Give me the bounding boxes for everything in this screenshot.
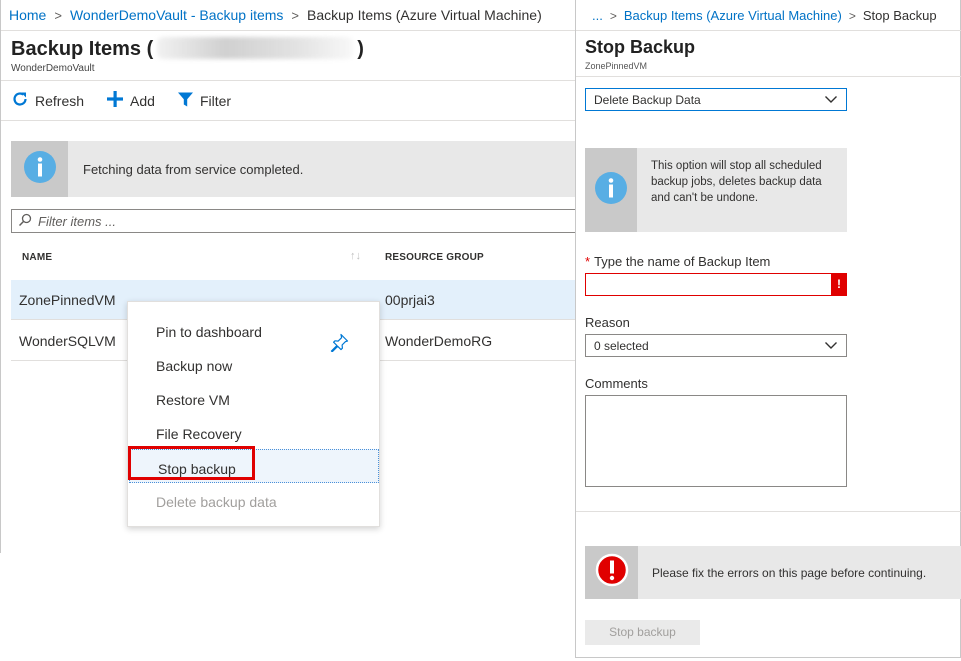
error-message: Please fix the errors on this page befor… — [652, 565, 927, 580]
add-label: Add — [130, 92, 155, 109]
divider — [576, 30, 961, 31]
breadcrumb-backup-items[interactable]: Backup Items (Azure Virtual Machine) — [624, 8, 842, 23]
cell-resource-group: WonderDemoRG — [385, 333, 493, 349]
page-subtitle: ZonePinnedVM — [585, 61, 648, 71]
divider — [576, 511, 961, 512]
cell-name: ZonePinnedVM — [19, 292, 116, 308]
stop-backup-button[interactable]: Stop backup — [585, 620, 700, 645]
breadcrumb: Home > WonderDemoVault - Backup items > Back… — [9, 7, 542, 23]
menu-item-delete-backup-data: Delete backup data — [156, 494, 277, 510]
refresh-button[interactable]: Refresh — [11, 90, 84, 111]
chevron-down-icon — [824, 92, 838, 109]
stop-mode-value: Delete Backup Data — [594, 93, 701, 107]
info-icon — [23, 150, 57, 189]
info-icon — [594, 171, 628, 210]
divider — [1, 30, 578, 31]
reason-value: 0 selected — [594, 339, 649, 353]
menu-item-label: Pin to dashboard — [156, 324, 262, 340]
chevron-down-icon — [824, 338, 838, 355]
stop-mode-select[interactable]: Delete Backup Data — [585, 88, 847, 111]
warning-banner: This option will stop all scheduled back… — [585, 148, 847, 232]
filter-label: Filter — [199, 92, 232, 109]
breadcrumb-more[interactable]: ... — [592, 8, 603, 23]
menu-item-file-recovery[interactable]: File Recovery — [128, 415, 379, 449]
stop-backup-blade: ... > Backup Items (Azure Virtual Machine)… — [575, 0, 961, 658]
page-subtitle: WonderDemoVault — [11, 63, 95, 74]
info-message: Fetching data from service completed. — [83, 161, 304, 177]
breadcrumb-current: Stop Backup — [862, 8, 937, 23]
callout-highlight — [128, 446, 255, 480]
warning-message: This option will stop all scheduled back… — [651, 160, 822, 204]
cell-name: WonderSQLVM — [19, 333, 116, 349]
context-menu: Pin to dashboard Backup now Restore VM F… — [127, 301, 380, 527]
command-bar: Refresh Add Filter — [11, 90, 231, 111]
breadcrumb-vault[interactable]: WonderDemoVault - Backup items — [70, 7, 283, 23]
filter-input[interactable]: Filter items ... — [11, 209, 578, 233]
filter-button[interactable]: Filter — [177, 90, 231, 111]
filter-icon — [177, 91, 194, 111]
breadcrumb-separator: > — [54, 8, 62, 23]
backup-item-name-label-text: Type the name of Backup Item — [594, 254, 771, 269]
refresh-icon — [11, 90, 29, 111]
refresh-label: Refresh — [35, 92, 85, 109]
page-title-prefix: Backup Items ( — [11, 38, 154, 60]
page-title-suffix: ) — [357, 38, 364, 60]
filter-placeholder: Filter items ... — [38, 213, 117, 229]
comments-label: Comments — [585, 376, 648, 391]
error-banner: Please fix the errors on this page befor… — [585, 546, 961, 599]
breadcrumb-home[interactable]: Home — [9, 7, 46, 23]
add-button[interactable]: Add — [106, 90, 155, 111]
divider — [1, 80, 578, 81]
cell-resource-group: 00prjai3 — [385, 292, 435, 308]
redacted-text — [157, 37, 354, 59]
divider — [576, 76, 961, 77]
breadcrumb: ... > Backup Items (Azure Virtual Machine)… — [592, 8, 937, 23]
page-title: Backup Items () — [11, 37, 364, 61]
search-icon — [18, 213, 32, 230]
error-icon — [595, 553, 629, 592]
error-icon-box — [585, 546, 638, 599]
breadcrumb-separator: > — [848, 9, 856, 23]
info-icon-box — [11, 141, 68, 197]
menu-item-backup-now[interactable]: Backup now — [128, 347, 379, 381]
sort-icon[interactable]: ↑↓ — [350, 250, 361, 262]
add-icon — [106, 90, 124, 111]
menu-item-restore-vm[interactable]: Restore VM — [128, 381, 379, 415]
backup-item-name-label: * Type the name of Backup Item — [585, 254, 770, 269]
info-icon-box — [585, 148, 637, 232]
backup-item-name-input[interactable]: ! — [585, 273, 847, 296]
required-marker: * — [585, 254, 591, 269]
column-header-name[interactable]: NAME — [22, 252, 52, 263]
divider — [1, 120, 578, 121]
breadcrumb-current: Backup Items (Azure Virtual Machine) — [307, 7, 542, 23]
reason-label: Reason — [585, 315, 630, 330]
menu-item-pin-to-dashboard[interactable]: Pin to dashboard — [128, 313, 379, 353]
comments-textarea[interactable] — [585, 395, 847, 487]
breadcrumb-separator: > — [609, 9, 617, 23]
error-flag-icon: ! — [831, 273, 847, 296]
column-header-resource-group[interactable]: RESOURCE GROUP — [385, 252, 484, 263]
breadcrumb-separator: > — [291, 8, 300, 23]
reason-select[interactable]: 0 selected — [585, 334, 847, 357]
info-banner: Fetching data from service completed. — [11, 141, 578, 197]
page-title: Stop Backup — [585, 37, 696, 57]
